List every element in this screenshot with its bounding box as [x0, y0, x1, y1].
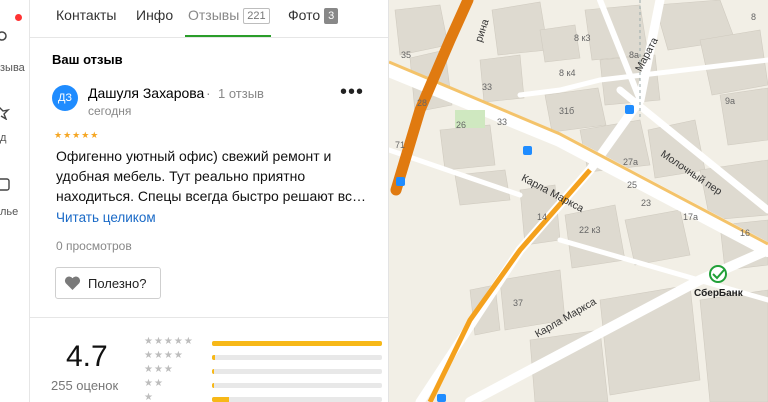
rating-bar-fill	[212, 369, 214, 374]
house-number: 8 к4	[559, 68, 576, 78]
rating-row-5: ★★★★★	[144, 336, 382, 350]
review-author-name[interactable]: Дашуля Захарова	[88, 85, 204, 101]
author-separator: ·	[206, 85, 211, 101]
rating-row-stars: ★★★	[144, 364, 174, 375]
author-review-count: 1 отзыв	[218, 86, 264, 101]
useful-button[interactable]: Полезно?	[55, 267, 161, 299]
rating-bar-fill	[212, 383, 214, 388]
active-tab-indicator	[185, 35, 271, 37]
rating-bar-fill	[212, 355, 215, 360]
house-number: 9а	[725, 96, 736, 106]
rating-row-stars: ★	[144, 392, 154, 402]
house-number: 22 к3	[579, 225, 601, 235]
useful-button-label: Полезно?	[88, 276, 147, 291]
notification-dot	[15, 14, 22, 21]
tab-bar: Контакты Инфо Отзывы 221 Фото 3	[30, 0, 388, 38]
rating-bar-track	[212, 383, 382, 388]
house-number: 28	[417, 98, 428, 108]
house-number: 35	[401, 50, 412, 60]
sidebar-item-3-label[interactable]: лье	[0, 206, 18, 218]
house-number: 14	[537, 212, 548, 222]
read-more-link[interactable]: Читать целиком	[56, 210, 156, 225]
review-date: сегодня	[88, 104, 132, 118]
house-number: 27а	[623, 157, 639, 167]
house-number: 23	[641, 198, 652, 208]
house-number: 8 к3	[574, 33, 591, 43]
pin-icon[interactable]	[0, 30, 12, 46]
rating-row-stars: ★★★★	[144, 350, 184, 361]
house-number: 71	[395, 140, 406, 150]
tab-photos-label: Фото	[288, 7, 321, 23]
house-number: 33	[497, 117, 508, 127]
house-number: 25	[627, 180, 638, 190]
average-score: 4.7	[66, 340, 108, 373]
rating-bar-track	[212, 341, 382, 346]
bag-icon[interactable]	[0, 175, 12, 191]
rating-bar-fill	[212, 341, 382, 346]
tab-photos[interactable]: Фото 3	[288, 6, 339, 30]
house-number: 31б	[559, 106, 575, 116]
sidebar-item-2-label[interactable]: д	[0, 132, 6, 144]
review-stars: ★★★★★	[54, 130, 100, 140]
rating-row-2: ★★	[144, 378, 382, 392]
tab-reviews-label: Отзывы	[188, 7, 240, 23]
tab-contacts-label: Контакты	[56, 7, 117, 23]
house-number: 8	[751, 12, 757, 22]
tab-info[interactable]: Инфо	[136, 6, 173, 30]
map[interactable]: 35 8 к3 8а 8 к4 28 33 26 31б 9а 33 71 27…	[389, 0, 768, 402]
rating-row-4: ★★★★	[144, 350, 382, 364]
photos-count-badge: 3	[324, 8, 339, 24]
tab-reviews[interactable]: Отзывы 221	[188, 6, 270, 30]
review-views: 0 просмотров	[56, 239, 132, 253]
rating-bar-fill	[212, 397, 229, 402]
avatar[interactable]: ДЗ	[52, 85, 78, 111]
rating-row-stars: ★★	[144, 378, 164, 389]
star-icon[interactable]	[0, 104, 12, 120]
sidebar-item-reviews-label[interactable]: зыва	[0, 62, 25, 74]
review-text: Офигенно уютный офис) свежий ремонт и уд…	[56, 148, 367, 204]
screen: зыва д лье Контакты Инфо Отзывы 221 Фото 3…	[0, 0, 768, 402]
rating-bar-track	[212, 369, 382, 374]
house-number: 37	[513, 298, 524, 308]
rating-bar-track	[212, 355, 382, 360]
review-section-title: Ваш отзыв	[52, 52, 123, 67]
my-review-card: Ваш отзыв ДЗ Дашуля Захарова · 1 отзыв с…	[30, 38, 388, 318]
heart-icon	[64, 276, 81, 290]
rating-row-stars: ★★★★★	[144, 336, 194, 347]
reviews-count-badge: 221	[243, 8, 270, 24]
left-sidebar: зыва д лье	[0, 0, 30, 402]
house-number: 33	[482, 82, 493, 92]
organization-panel: Контакты Инфо Отзывы 221 Фото 3 Ваш отзыв …	[30, 0, 389, 402]
more-options-icon[interactable]: •••	[340, 82, 366, 105]
house-number: 16	[740, 228, 751, 238]
rating-bar-track	[212, 397, 382, 402]
rating-row-1: ★	[144, 392, 382, 402]
rating-row-3: ★★★	[144, 364, 382, 378]
tab-info-label: Инфо	[136, 7, 174, 23]
house-number: 17а	[683, 212, 699, 222]
tab-contacts[interactable]: Контакты	[56, 6, 116, 30]
rating-summary: 4.7 255 оценок ★★★★★ ★★★★ ★★★ ★★ ★	[30, 318, 388, 402]
ratings-count: 255 оценок	[51, 378, 119, 393]
house-number: 26	[456, 120, 467, 130]
sberbank-poi[interactable]: СберБанк	[694, 288, 743, 299]
